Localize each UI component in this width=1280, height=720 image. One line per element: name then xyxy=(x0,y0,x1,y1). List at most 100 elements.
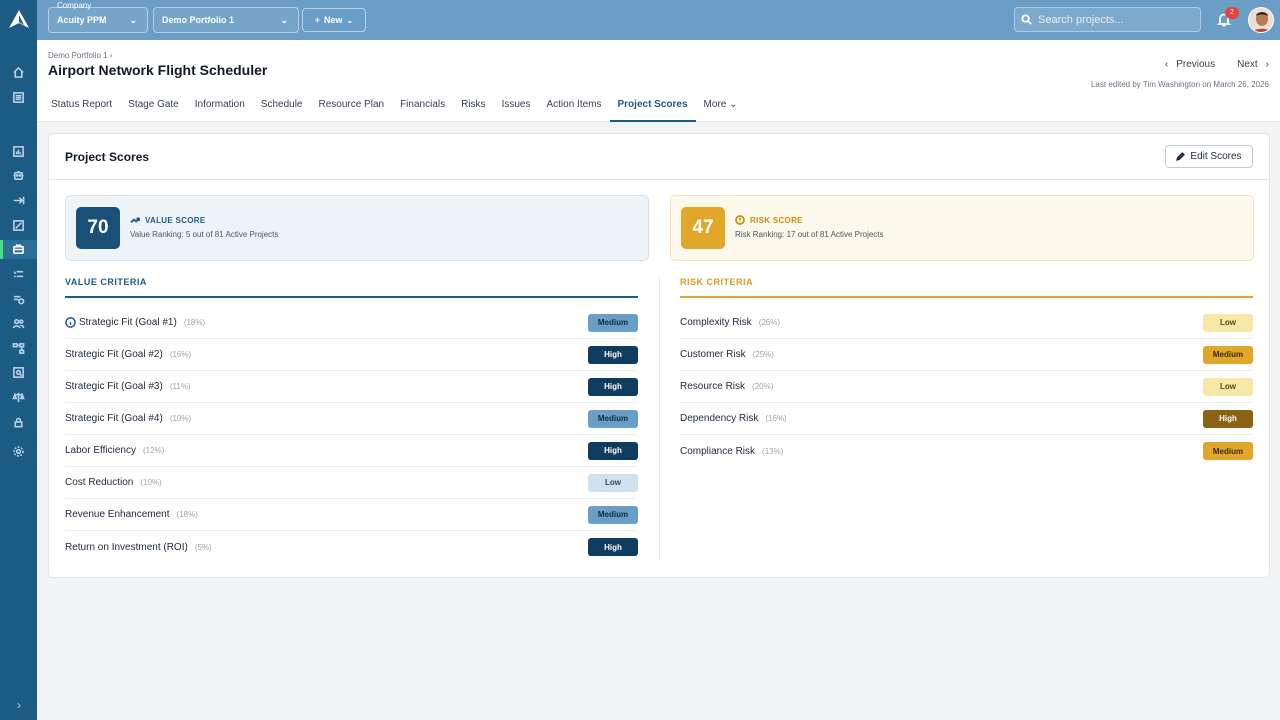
list-item: Complexity Risk (26%) Low xyxy=(680,307,1253,339)
next-button[interactable]: Next › xyxy=(1237,59,1269,70)
breadcrumb[interactable]: Demo Portfolio 1 › xyxy=(48,51,112,60)
users-icon[interactable] xyxy=(10,315,27,332)
road-icon[interactable] xyxy=(10,291,27,308)
app-logo-icon[interactable] xyxy=(8,8,30,30)
portfolio-select[interactable]: Demo Portfolio 1 ⌄ xyxy=(153,7,299,33)
level-badge: Medium xyxy=(588,409,638,428)
level-badge: Low xyxy=(1203,313,1253,332)
new-button[interactable]: + New ⌄ xyxy=(302,8,366,32)
level-badge: Medium xyxy=(588,505,638,524)
company-select-value: Acuity PPM xyxy=(57,15,107,25)
search-input[interactable] xyxy=(1038,13,1188,26)
list-icon[interactable] xyxy=(10,89,27,106)
value-score-panel: 70 VALUE SCORE Value Ranking: 5 out of 8… xyxy=(65,195,649,261)
lock-icon[interactable] xyxy=(10,414,27,431)
criterion-weight: (10%) xyxy=(169,414,192,423)
value-criteria-heading: VALUE CRITERIA xyxy=(65,277,638,298)
chevron-down-icon: ⌄ xyxy=(129,14,137,25)
value-ranking: Value Ranking: 5 out of 81 Active Projec… xyxy=(130,230,279,239)
criterion-name: Resource Risk (20%) xyxy=(680,381,773,392)
tab-resource-plan[interactable]: Resource Plan xyxy=(310,94,392,122)
chevron-down-icon: ⌄ xyxy=(729,99,738,110)
criterion-weight: (12%) xyxy=(142,446,165,455)
tab-information[interactable]: Information xyxy=(187,94,253,122)
tab-status-report[interactable]: Status Report xyxy=(43,94,120,122)
criterion-name: Revenue Enhancement (18%) xyxy=(65,509,198,520)
level-badge: High xyxy=(588,441,638,460)
criterion-label: Strategic Fit (Goal #1) xyxy=(79,317,177,328)
settings-icon[interactable] xyxy=(10,443,27,460)
list-item: Strategic Fit (Goal #3) (11%) High xyxy=(65,371,638,403)
list-item: Compliance Risk (13%) Medium xyxy=(680,435,1253,467)
tab-stage-gate[interactable]: Stage Gate xyxy=(120,94,187,122)
search-icon xyxy=(1021,14,1032,25)
value-score-label-text: VALUE SCORE xyxy=(145,215,206,225)
criterion-label: Cost Reduction xyxy=(65,477,134,488)
robot-icon[interactable] xyxy=(10,167,27,184)
scales-icon[interactable] xyxy=(10,389,27,406)
search-box[interactable] xyxy=(1014,7,1201,32)
card-header: Project Scores Edit Scores xyxy=(49,134,1269,180)
previous-button[interactable]: ‹ Previous xyxy=(1165,59,1215,70)
report-icon[interactable] xyxy=(10,217,27,234)
level-badge: Medium xyxy=(588,313,638,332)
arrow-right-icon[interactable] xyxy=(10,192,27,209)
list-item: Resource Risk (20%) Low xyxy=(680,371,1253,403)
home-icon[interactable] xyxy=(10,64,27,81)
level-badge: Low xyxy=(1203,377,1253,396)
tab-action-items[interactable]: Action Items xyxy=(538,94,609,122)
tab-financials[interactable]: Financials xyxy=(392,94,453,122)
edit-scores-button[interactable]: Edit Scores xyxy=(1165,145,1253,168)
risk-score-number: 47 xyxy=(681,207,725,249)
tab-risks[interactable]: Risks xyxy=(453,94,493,122)
hierarchy-icon[interactable] xyxy=(10,340,27,357)
next-label: Next xyxy=(1237,59,1258,70)
portfolio-icon[interactable] xyxy=(0,240,37,259)
tab-schedule[interactable]: Schedule xyxy=(253,94,311,122)
criterion-name: Return on Investment (ROI) (5%) xyxy=(65,542,212,553)
risk-score-label-text: RISK SCORE xyxy=(750,215,803,225)
tab-issues[interactable]: Issues xyxy=(494,94,539,122)
level-badge: Low xyxy=(588,473,638,492)
trending-up-icon xyxy=(130,217,140,224)
project-header: Demo Portfolio 1 › Airport Network Fligh… xyxy=(37,40,1280,122)
criterion-label: Strategic Fit (Goal #2) xyxy=(65,349,163,360)
expand-sidebar-icon[interactable]: › xyxy=(12,698,26,712)
level-badge: Medium xyxy=(1203,345,1253,364)
risk-criteria-list: Complexity Risk (26%) Low Customer Risk … xyxy=(680,307,1253,467)
tasks-icon[interactable] xyxy=(10,266,27,283)
criterion-weight: (18%) xyxy=(183,318,206,327)
list-item: Customer Risk (25%) Medium xyxy=(680,339,1253,371)
value-criteria-section: VALUE CRITERIA Strategic Fit (Goal #1) (… xyxy=(65,277,638,563)
avatar[interactable] xyxy=(1248,7,1274,33)
edit-scores-label: Edit Scores xyxy=(1190,151,1242,162)
criterion-weight: (5%) xyxy=(194,542,212,552)
criterion-weight: (16%) xyxy=(765,414,787,423)
criterion-name: Complexity Risk (26%) xyxy=(680,317,780,328)
criterion-name: Cost Reduction (10%) xyxy=(65,477,162,488)
criterion-name: Compliance Risk (13%) xyxy=(680,446,783,457)
list-item: Dependency Risk (16%) High xyxy=(680,403,1253,435)
level-badge: High xyxy=(588,538,638,556)
criterion-name: Strategic Fit (Goal #4) (10%) xyxy=(65,413,191,424)
risk-score-label: RISK SCORE xyxy=(735,215,803,225)
criterion-name: Strategic Fit (Goal #2) (16%) xyxy=(65,349,191,360)
info-icon[interactable] xyxy=(65,317,76,328)
pencil-icon xyxy=(1176,152,1186,161)
tab-project-scores[interactable]: Project Scores xyxy=(609,94,696,122)
risk-criteria-heading: RISK CRITERIA xyxy=(680,277,1253,298)
list-item: Strategic Fit (Goal #4) (10%) Medium xyxy=(65,403,638,435)
list-item: Return on Investment (ROI) (5%) High xyxy=(65,531,638,563)
company-select[interactable]: Acuity PPM ⌄ xyxy=(48,7,148,33)
chevron-down-icon: ⌄ xyxy=(346,15,354,25)
criterion-label: Labor Efficiency xyxy=(65,445,136,456)
criterion-label: Revenue Enhancement xyxy=(65,509,170,520)
search-doc-icon[interactable] xyxy=(10,364,27,381)
tab-more[interactable]: More ⌄ xyxy=(696,94,746,122)
criterion-name: Customer Risk (25%) xyxy=(680,349,774,360)
criterion-label: Return on Investment (ROI) xyxy=(65,541,188,553)
portfolio-select-value: Demo Portfolio 1 xyxy=(162,15,235,25)
card-title: Project Scores xyxy=(65,150,150,164)
previous-label: Previous xyxy=(1176,59,1216,70)
chart-icon[interactable] xyxy=(10,143,27,160)
